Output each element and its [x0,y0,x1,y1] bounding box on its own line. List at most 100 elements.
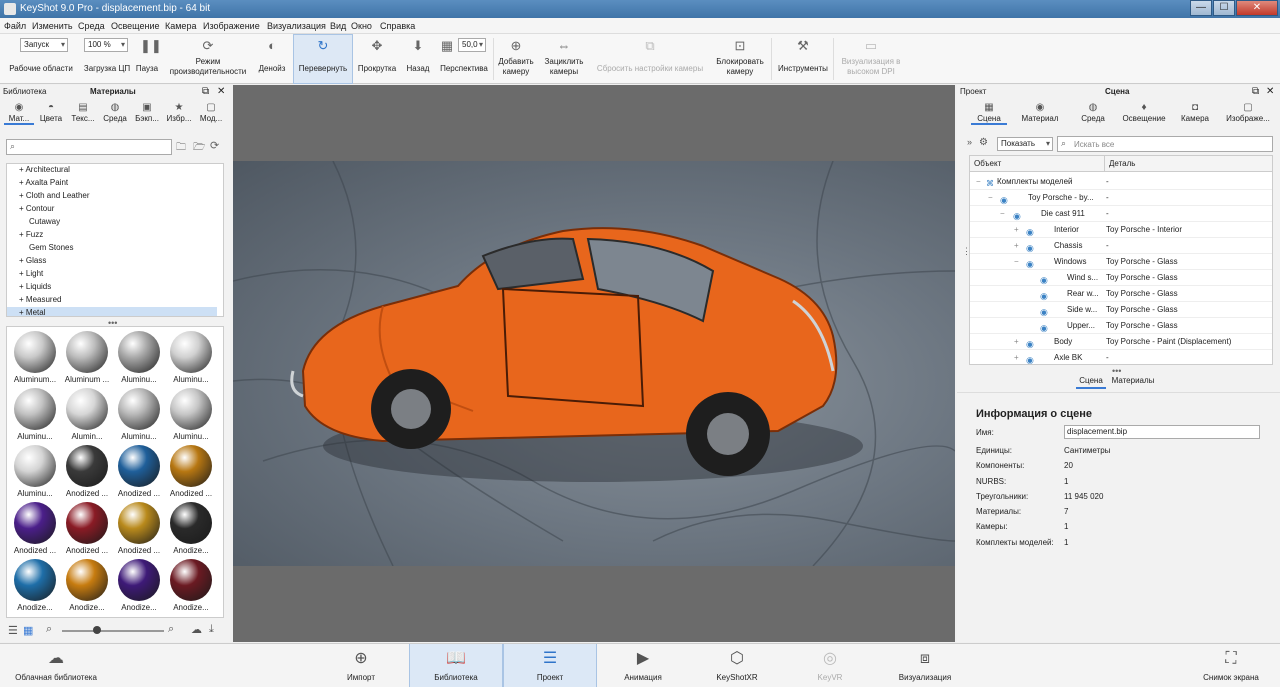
keyvr-button[interactable]: ◎ KeyVR [810,644,850,687]
table-row[interactable]: + ◉ Chassis - [970,238,1272,254]
material-thumbnail[interactable]: Aluminum ... [61,329,113,385]
screenshot-button[interactable]: ⛶ Снимок экрана [1196,644,1266,687]
material-thumbnail[interactable]: Aluminum... [9,329,61,385]
menu-environment[interactable]: Среда [78,21,105,31]
table-row[interactable]: ◉ Side w... Toy Porsche - Glass [970,302,1272,318]
tab-image[interactable]: ▢ Изображе... [1221,101,1275,125]
subtab-scene[interactable]: Сцена [1076,375,1106,389]
material-thumbnail[interactable]: Aluminu... [9,443,61,499]
table-row[interactable]: + ◉ Body Toy Porsche - Paint (Displacement) [970,334,1272,350]
tab-material[interactable]: ◉ Материал [1015,101,1065,125]
add-camera-button[interactable]: ⊕ Добавить камеру [494,34,538,84]
collapse-icon[interactable]: − [976,174,981,190]
undock-icon[interactable]: ⧉ [202,85,209,99]
tree-item-cutaway[interactable]: Cutaway [7,216,217,228]
material-thumbnail[interactable]: Anodized ... [9,500,61,556]
tree-item-contour[interactable]: + Contour [7,203,217,215]
slider-handle[interactable] [93,626,101,634]
material-thumbnail[interactable]: Anodized ... [113,443,165,499]
tab-camera[interactable]: ◘ Камера [1175,101,1215,125]
expand-icon[interactable]: + [1014,350,1019,364]
render-viewport[interactable] [233,85,955,642]
maximize-button[interactable]: ☐ [1213,0,1235,16]
collapse-icon[interactable]: − [1014,254,1019,270]
pause-button[interactable]: ❚❚ Пауза [134,34,162,84]
tab-lighting[interactable]: ♦ Освещение [1119,101,1169,125]
cloud-library-button[interactable]: ☁ Облачная библиотека [10,644,102,687]
tab-environment[interactable]: ◍ Среда [1073,101,1113,125]
table-row[interactable]: − ◉ Toy Porsche - by... - [970,190,1272,206]
animation-button[interactable]: ▶ Анимация [618,644,668,687]
tab-environments[interactable]: ◍ Среда [100,101,130,125]
expand-icon[interactable]: + [1014,238,1019,254]
scene-name-field[interactable]: displacement.bip [1064,425,1260,439]
tree-item-glass[interactable]: + Glass [7,255,217,267]
tab-models[interactable]: ▢ Мод... [196,101,226,125]
material-thumbnail[interactable]: Aluminu... [9,386,61,442]
material-thumbnail[interactable]: Anodized ... [61,500,113,556]
cloud-upload-icon[interactable]: ☁ [191,623,202,636]
material-thumbnail[interactable]: Aluminu... [165,386,217,442]
tree-item-architectural[interactable]: + Architectural [7,164,217,176]
table-row[interactable]: ◉ Rear w... Toy Porsche - Glass [970,286,1272,302]
tree-item-liquids[interactable]: + Liquids [7,281,217,293]
keyshotxr-button[interactable]: ⬡ KeyShotXR [710,644,764,687]
render-image[interactable] [233,161,955,566]
menu-file[interactable]: Файл [4,21,26,31]
zoom-out-icon[interactable]: ⌕ [46,623,52,636]
library-search-input[interactable]: ⌕ [6,139,172,155]
table-row[interactable]: + ◉ Interior Toy Porsche - Interior [970,222,1272,238]
material-thumbnail[interactable]: Anodize... [61,557,113,613]
undock-icon[interactable]: ⧉ [1252,85,1259,99]
close-panel-icon[interactable]: ✕ [217,85,225,99]
menu-camera[interactable]: Камера [165,21,196,31]
collapse-icon[interactable]: − [1000,206,1005,222]
scene-settings-icon[interactable]: ⚙ [979,137,988,148]
tab-scene[interactable]: ▦ Сцена [971,101,1007,125]
close-panel-icon[interactable]: ✕ [1266,85,1274,99]
table-row[interactable]: + ◉ Axle BK - [970,350,1272,364]
close-button[interactable]: ✕ [1236,0,1278,16]
tab-materials[interactable]: ◉ Мат... [4,101,34,125]
tree-item-light[interactable]: + Light [7,268,217,280]
tree-item-axalta-paint[interactable]: + Axalta Paint [7,177,217,189]
render-button[interactable]: ⧈ Визуализация [890,644,960,687]
project-button[interactable]: ☰ Проект [503,644,597,687]
minimize-button[interactable]: — [1190,0,1212,16]
eye-icon[interactable]: ◉ [1026,352,1034,364]
tree-item-cloth-leather[interactable]: + Cloth and Leather [7,190,217,202]
material-thumbnail[interactable]: Anodize... [165,500,217,556]
material-thumbnail[interactable]: Alumin... [61,386,113,442]
menu-window[interactable]: Окно [351,21,372,31]
flip-button[interactable]: ↻ Перевернуть [293,34,353,84]
collapse-arrows-icon[interactable]: » [967,137,972,147]
list-view-icon[interactable]: ☰ [8,624,18,637]
workspace-select[interactable]: Запуск [20,38,68,52]
material-thumbnail[interactable]: Anodize... [113,557,165,613]
pan-button[interactable]: ✥ Прокрутка [355,34,399,84]
material-thumbnail[interactable]: Aluminu... [113,329,165,385]
tree-item-measured[interactable]: + Measured [7,294,217,306]
performance-mode-button[interactable]: ⟳ Режим производительности [164,34,252,84]
side-splitter-handle[interactable]: ⋮ [962,246,971,257]
tree-item-fuzz[interactable]: + Fuzz [7,229,217,241]
back-button[interactable]: ⬇ Назад [402,34,434,84]
refresh-icon[interactable]: ⟳ [210,139,219,152]
tree-item-gem-stones[interactable]: Gem Stones [7,242,217,254]
expand-icon[interactable]: + [1014,222,1019,238]
loop-cameras-button[interactable]: ⇔ Зациклить камеры [540,34,588,84]
tab-backplates[interactable]: ▣ Бэкп... [132,101,162,125]
zoom-in-icon[interactable]: ⌕ [168,623,174,636]
library-button[interactable]: 📖 Библиотека [409,644,503,687]
material-thumbnail[interactable]: Anodize... [165,557,217,613]
menu-help[interactable]: Справка [380,21,415,31]
thumbnail-size-slider[interactable] [62,630,164,632]
menu-image[interactable]: Изображение [203,21,260,31]
material-thumbnail[interactable]: Anodized ... [61,443,113,499]
show-filter-select[interactable]: Показать [997,137,1053,151]
folder-add-icon[interactable]: 🗀 [176,140,186,157]
menu-view[interactable]: Вид [330,21,346,31]
subtab-materials[interactable]: Материалы [1108,375,1158,389]
lock-camera-button[interactable]: ⊡ Блокировать камеру [710,34,770,84]
table-row[interactable]: ◉ Wind s... Toy Porsche - Glass [970,270,1272,286]
